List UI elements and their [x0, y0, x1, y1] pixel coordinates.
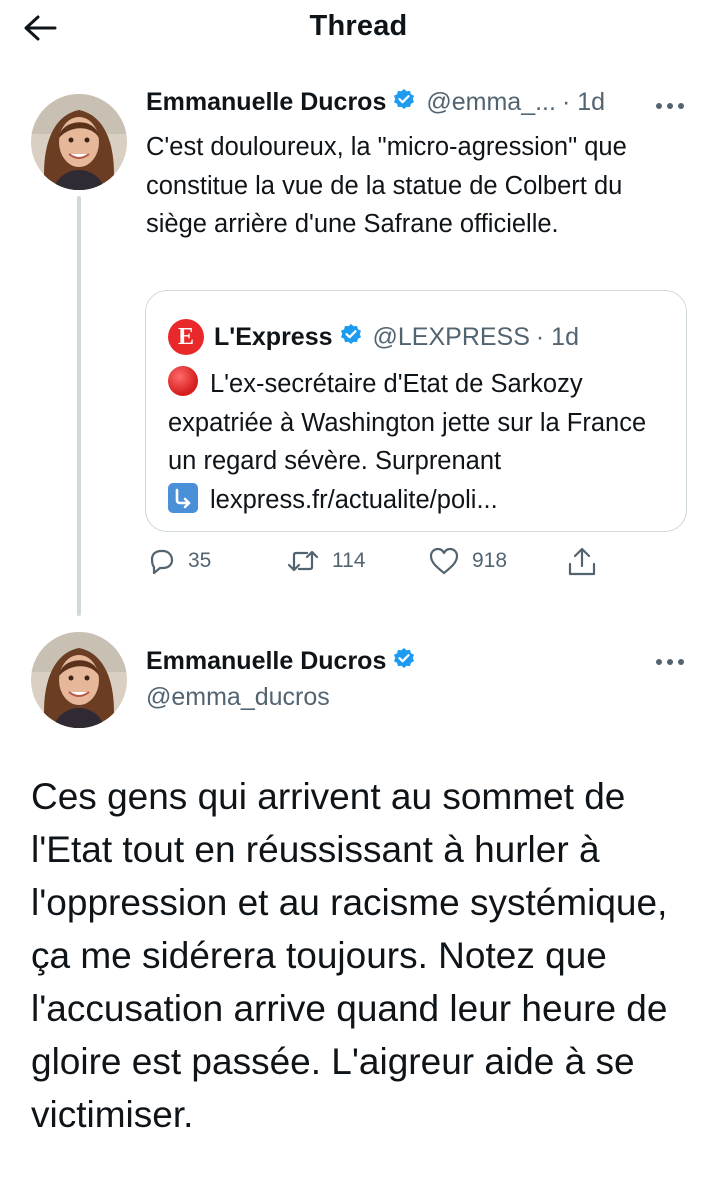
quoted-tweet-time: · 1d	[535, 322, 579, 351]
share-icon	[568, 547, 596, 576]
avatar-photo	[31, 632, 127, 728]
quoted-tweet-header: E L'Express @LEXPRESS · 1d	[168, 319, 579, 355]
tweet-time[interactable]: · 1d	[562, 88, 605, 117]
quoted-tweet[interactable]: E L'Express @LEXPRESS · 1d L'ex-secrétai…	[145, 290, 687, 532]
reply-icon	[150, 549, 174, 575]
verified-badge-icon	[392, 647, 416, 676]
like-count: 918	[472, 549, 508, 572]
retweet-count: 114	[332, 549, 366, 572]
quoted-tweet-body: L'ex-secrétaire d'Etat de Sarkozy expatr…	[168, 370, 647, 475]
author-handle[interactable]: @emma_ducros	[146, 683, 330, 712]
quoted-author-name: L'Express	[214, 322, 333, 351]
avatar[interactable]	[31, 94, 127, 190]
reply-count: 35	[188, 549, 212, 572]
verified-badge-icon	[339, 323, 363, 352]
like-button[interactable]: 918	[428, 546, 507, 576]
more-icon[interactable]	[650, 650, 690, 674]
red-circle-emoji	[168, 366, 198, 396]
arrow-down-right-emoji	[168, 482, 198, 513]
retweet-icon	[287, 550, 319, 572]
retweet-button[interactable]: 114	[286, 546, 365, 576]
tweet-header: Emmanuelle Ducros @emma_... · 1d	[146, 88, 646, 117]
lexpress-logo: E	[168, 319, 204, 355]
author-name[interactable]: Emmanuelle Ducros	[146, 647, 386, 676]
quoted-tweet-text: L'ex-secrétaire d'Etat de Sarkozy expatr…	[168, 365, 668, 519]
quoted-tweet-link[interactable]: lexpress.fr/actualite/poli...	[210, 486, 498, 514]
focused-tweet-text: Ces gens qui arrivent au sommet de l'Eta…	[31, 776, 668, 1135]
more-icon[interactable]	[650, 94, 690, 118]
tweet-action-bar: 35 114 918	[146, 546, 606, 586]
quoted-author-handle: @LEXPRESS	[372, 322, 530, 351]
avatar[interactable]	[31, 632, 127, 728]
like-icon	[429, 547, 459, 575]
tweet-header: Emmanuelle Ducros	[146, 647, 416, 676]
reply-button[interactable]: 35	[146, 546, 211, 576]
tweet-text: C'est douloureux, la "micro-agression" q…	[146, 133, 627, 238]
share-button[interactable]	[566, 546, 598, 578]
top-bar: Thread	[0, 0, 717, 64]
author-name[interactable]: Emmanuelle Ducros	[146, 88, 386, 117]
thread-connector-line	[77, 196, 81, 616]
verified-badge-icon	[392, 88, 416, 117]
page-title: Thread	[309, 10, 408, 42]
avatar-photo	[31, 94, 127, 190]
author-handle[interactable]: @emma_...	[426, 88, 556, 117]
